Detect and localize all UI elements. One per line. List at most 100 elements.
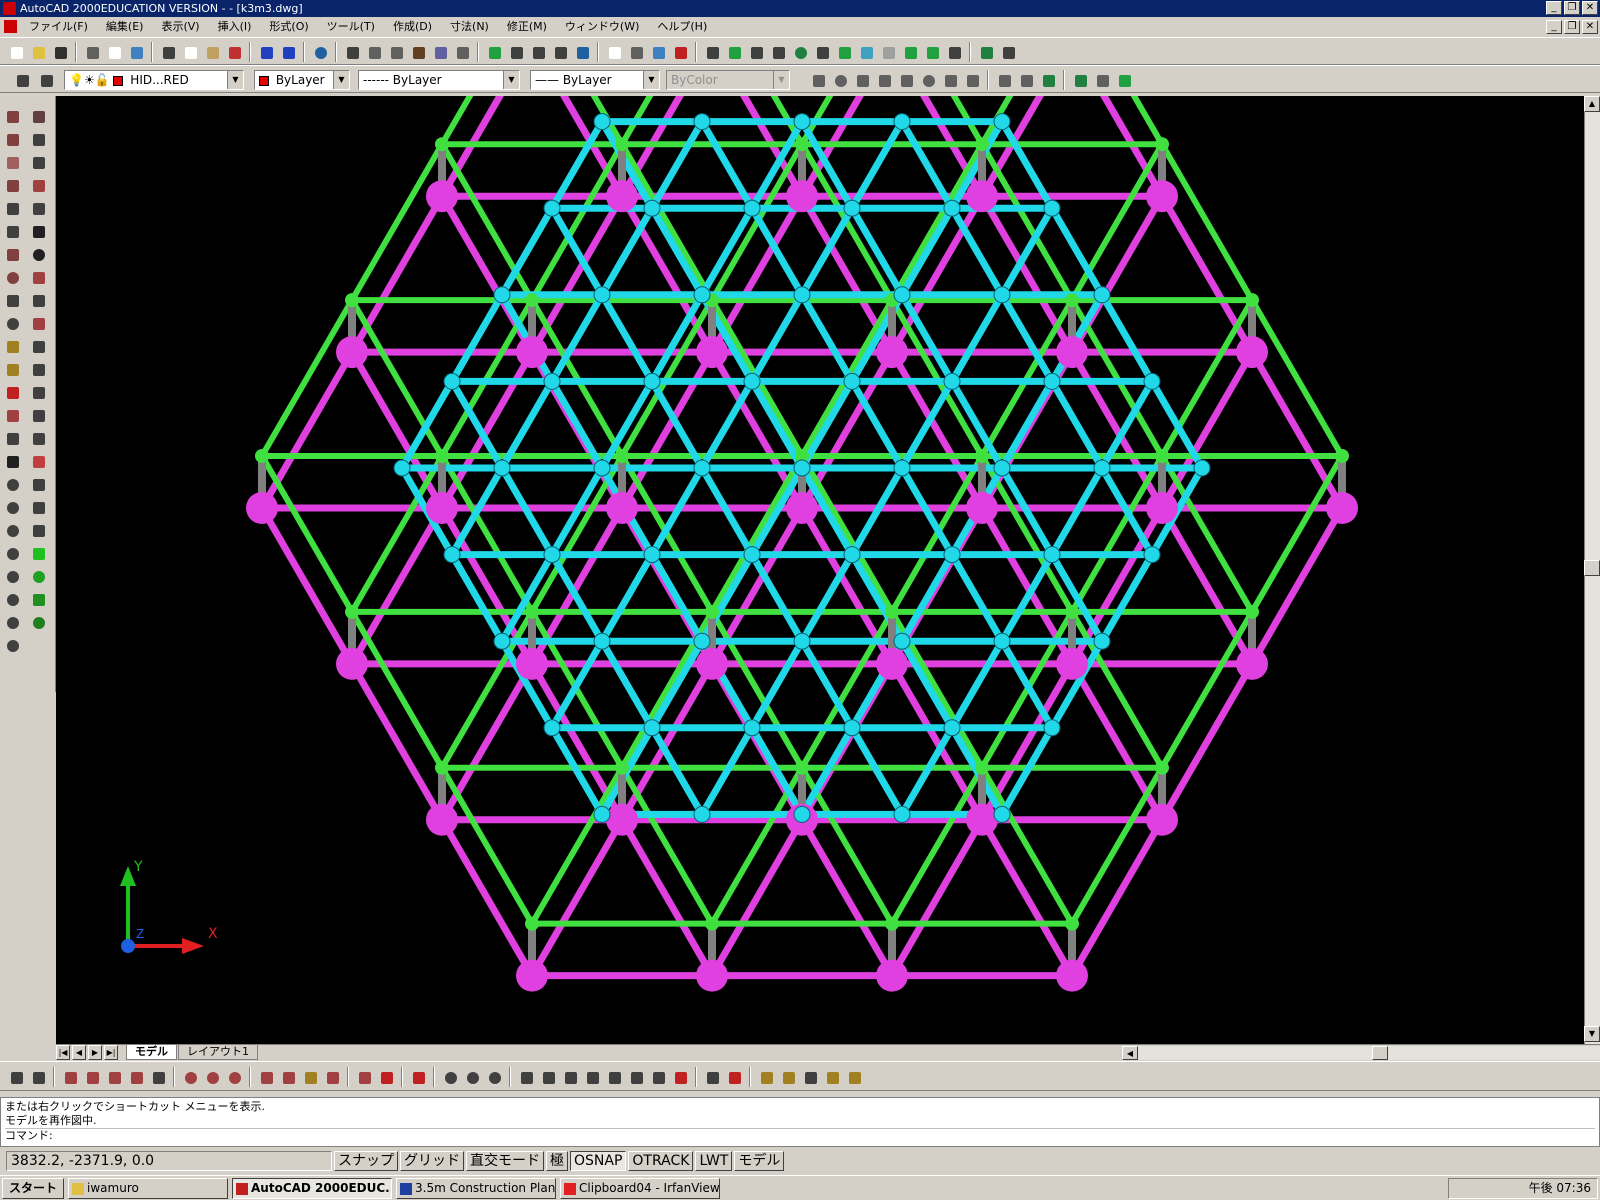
zoom-scale-icon[interactable] (2, 543, 24, 563)
gouraud-shaded-icon[interactable] (28, 566, 50, 586)
color-faces-icon[interactable] (670, 1067, 690, 1087)
offset-faces-icon[interactable] (560, 1067, 580, 1087)
snap-endpoint-icon[interactable] (60, 1067, 80, 1087)
shell-icon[interactable] (822, 1067, 842, 1087)
menu-format[interactable]: 形式(O) (260, 17, 317, 37)
trim-icon[interactable] (28, 336, 50, 356)
revolve-icon[interactable] (962, 70, 982, 90)
color-combo[interactable]: ByLayer ▼ (254, 70, 350, 90)
interfere-icon[interactable] (1038, 70, 1058, 90)
scroll-up-button[interactable]: ▲ (1584, 96, 1600, 112)
start-button[interactable]: スタート (2, 1177, 65, 1199)
zoom-window-icon[interactable] (528, 42, 548, 62)
lineweight-combo[interactable]: —— ByLayer ▼ (530, 70, 660, 90)
render-preferences-icon[interactable] (998, 42, 1018, 62)
chevron-down-icon[interactable]: ▼ (503, 71, 519, 89)
erase-icon[interactable] (28, 106, 50, 126)
point-icon[interactable] (2, 382, 24, 402)
menu-dimension[interactable]: 寸法(N) (441, 17, 498, 37)
setup-view-icon[interactable] (1092, 70, 1112, 90)
copy-edges-icon[interactable] (702, 1067, 722, 1087)
layer-combo[interactable]: 💡☀🔓 HID...RED ▼ (64, 70, 244, 90)
zoom-out-icon[interactable] (2, 589, 24, 609)
pan-icon[interactable] (484, 42, 504, 62)
undo-icon[interactable] (256, 42, 276, 62)
region-icon[interactable] (2, 428, 24, 448)
view-icon[interactable] (28, 474, 50, 494)
menu-draw[interactable]: 作成(D) (384, 17, 441, 37)
scroll-down-button[interactable]: ▼ (1584, 1026, 1600, 1042)
setup-profile-icon[interactable] (1114, 70, 1134, 90)
properties-icon[interactable] (430, 42, 450, 62)
task-construction-plan[interactable]: 3.5m Construction Plan -... (396, 1177, 557, 1199)
clean-icon[interactable] (778, 1067, 798, 1087)
zoom-extents-icon[interactable] (2, 635, 24, 655)
chevron-down-icon[interactable]: ▼ (227, 71, 243, 89)
lengthen-icon[interactable] (28, 313, 50, 333)
copy-object-icon[interactable] (28, 129, 50, 149)
extrude-faces-icon[interactable] (516, 1067, 536, 1087)
db-connect-icon[interactable] (572, 42, 592, 62)
menu-window[interactable]: ウィンドウ(W) (556, 17, 648, 37)
separate-icon[interactable] (800, 1067, 820, 1087)
make-block-icon[interactable] (2, 359, 24, 379)
stretch-icon[interactable] (28, 290, 50, 310)
zoom-all-icon[interactable] (2, 612, 24, 632)
scale-icon[interactable] (28, 267, 50, 287)
menu-insert[interactable]: 挿入(I) (209, 17, 261, 37)
grid-toggle[interactable]: グリッド (400, 1151, 464, 1171)
multiline-icon[interactable] (2, 152, 24, 172)
coordinates-display[interactable]: 3832.2, -2371.9, 0.0 (6, 1151, 332, 1171)
flat-edges-icon[interactable] (28, 589, 50, 609)
menu-view[interactable]: 表示(V) (152, 17, 208, 37)
snap-toggle[interactable]: スナップ (334, 1151, 398, 1171)
snap-perpendicular-icon[interactable] (256, 1067, 276, 1087)
snap-none-icon[interactable] (376, 1067, 396, 1087)
new-icon[interactable] (6, 42, 26, 62)
snap-parallel-icon[interactable] (278, 1067, 298, 1087)
zoom-window-icon[interactable] (2, 497, 24, 517)
minimize-button[interactable]: _ (1546, 1, 1562, 15)
menu-edit[interactable]: 編集(E) (97, 17, 153, 37)
cylinder-icon[interactable] (852, 70, 872, 90)
save-icon[interactable] (50, 42, 70, 62)
torus-icon[interactable] (918, 70, 938, 90)
tab-prev-button[interactable]: ◀ (72, 1045, 86, 1060)
landscape-edit-icon[interactable] (922, 42, 942, 62)
arc-icon[interactable] (2, 244, 24, 264)
zoom-realtime-icon[interactable] (506, 42, 526, 62)
box-icon[interactable] (808, 70, 828, 90)
cone-icon[interactable] (874, 70, 894, 90)
snap-apparent-intersection-icon[interactable] (126, 1067, 146, 1087)
doc-close-button[interactable]: ✕ (1582, 20, 1598, 34)
gouraud-edges-icon[interactable] (28, 612, 50, 632)
lwt-toggle[interactable]: LWT (695, 1151, 733, 1171)
horizontal-scrollbar[interactable]: ◀ ▶ (1122, 1046, 1600, 1060)
command-prompt[interactable]: コマンド: (5, 1128, 1595, 1142)
snap-intersection-icon[interactable] (104, 1067, 124, 1087)
construction-line-icon[interactable] (2, 129, 24, 149)
distance-icon[interactable] (408, 42, 428, 62)
chevron-down-icon[interactable]: ▼ (643, 71, 659, 89)
fog-icon[interactable] (878, 42, 898, 62)
autocad-app-icon[interactable] (3, 2, 16, 15)
background-icon[interactable] (856, 42, 876, 62)
copy-icon[interactable] (180, 42, 200, 62)
wedge-icon[interactable] (896, 70, 916, 90)
snap-from-icon[interactable] (342, 42, 362, 62)
rectangle-icon[interactable] (2, 221, 24, 241)
copy-faces-icon[interactable] (648, 1067, 668, 1087)
delete-faces-icon[interactable] (582, 1067, 602, 1087)
circle-icon[interactable] (2, 267, 24, 287)
ellipse-icon[interactable] (2, 313, 24, 333)
menu-help[interactable]: ヘルプ(H) (648, 17, 716, 37)
polygon-icon[interactable] (2, 198, 24, 218)
doc-minimize-button[interactable]: _ (1546, 20, 1562, 34)
snap-tracking-icon[interactable] (6, 1067, 26, 1087)
lights-icon[interactable] (768, 42, 788, 62)
ortho-toggle[interactable]: 直交モード (466, 1151, 544, 1171)
chevron-down-icon[interactable]: ▼ (333, 71, 349, 89)
move-faces-icon[interactable] (538, 1067, 558, 1087)
setup-drawing-icon[interactable] (1070, 70, 1090, 90)
help-icon[interactable] (670, 42, 690, 62)
